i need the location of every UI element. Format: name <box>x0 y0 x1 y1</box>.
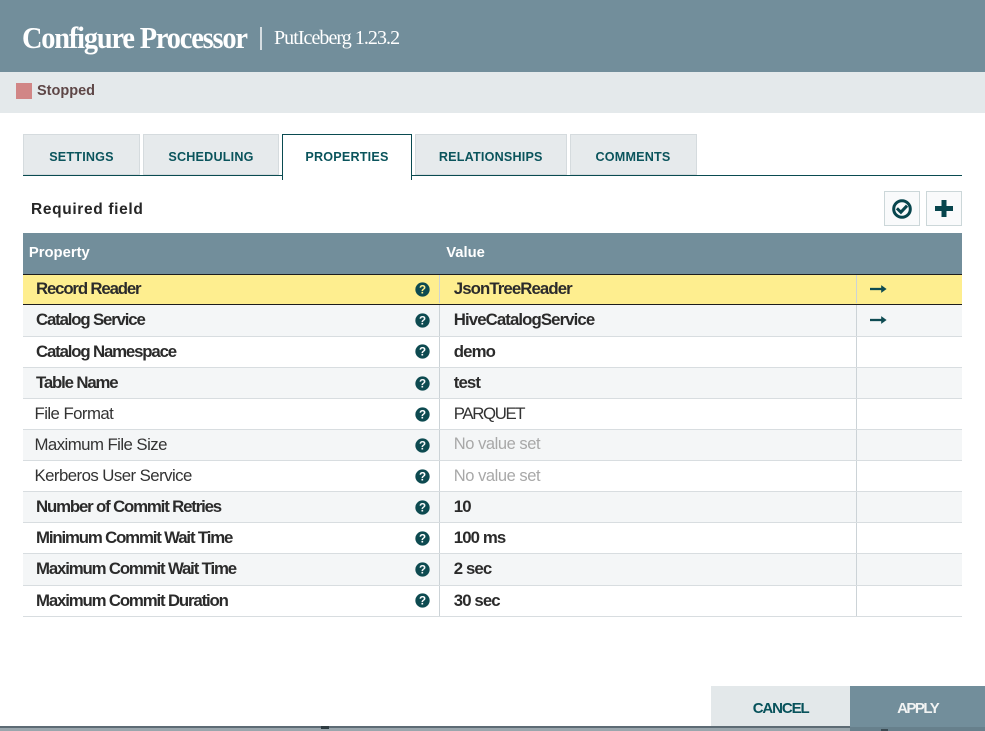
svg-text:?: ? <box>419 283 426 296</box>
svg-text:?: ? <box>419 502 426 515</box>
svg-text:?: ? <box>419 346 426 359</box>
svg-text:?: ? <box>419 564 426 577</box>
svg-text:?: ? <box>419 533 426 546</box>
svg-text:?: ? <box>419 315 426 328</box>
svg-text:?: ? <box>419 470 426 483</box>
svg-text:?: ? <box>419 408 426 421</box>
svg-text:?: ? <box>419 377 426 390</box>
svg-text:?: ? <box>419 439 426 452</box>
svg-text:?: ? <box>419 595 426 608</box>
